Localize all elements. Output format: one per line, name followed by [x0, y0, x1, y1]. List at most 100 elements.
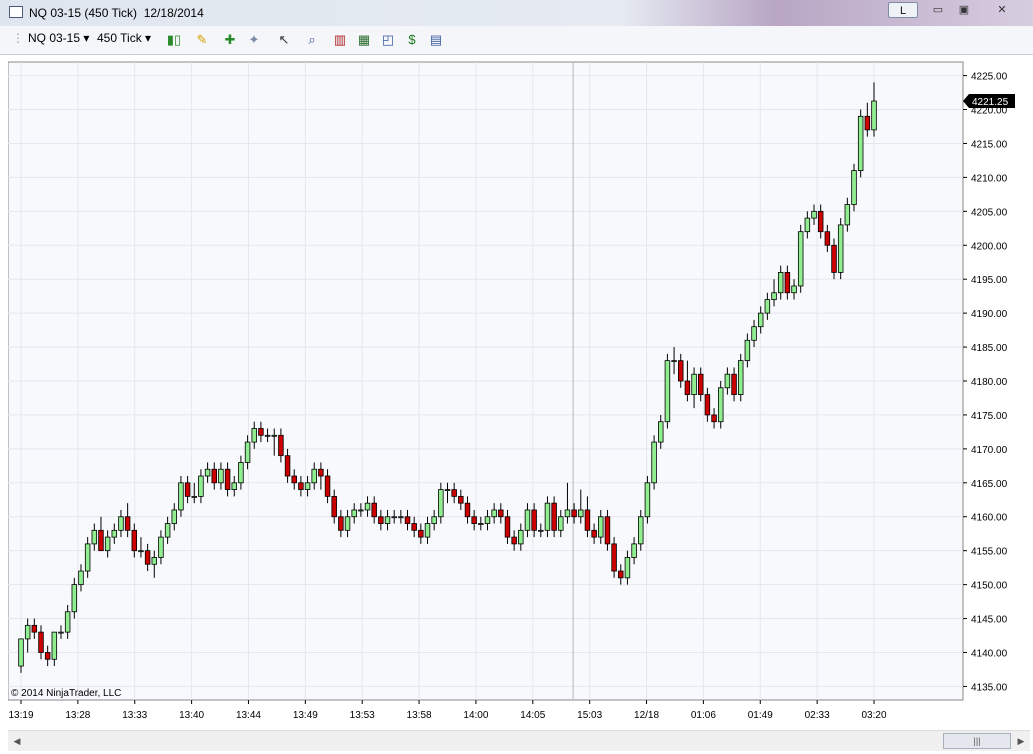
candle-body	[118, 516, 124, 531]
candle-body	[651, 441, 657, 484]
add-indicator-icon[interactable]: ✚	[222, 32, 238, 48]
candle-body	[218, 468, 224, 484]
horizontal-scrollbar[interactable]: ◀ ||| ▶	[8, 730, 1030, 751]
candle-body	[284, 455, 291, 477]
y-tick-label: 4160.00	[971, 513, 1008, 524]
candle-body	[571, 509, 577, 518]
y-tick-label: 4165.00	[971, 479, 1008, 490]
x-tick-label: 01:49	[748, 710, 773, 720]
candle-body	[264, 434, 271, 437]
candle-body	[78, 570, 84, 586]
candle-body	[298, 482, 304, 490]
candle-body	[538, 529, 544, 532]
dollar-icon[interactable]: $	[404, 32, 420, 48]
candle-body	[724, 373, 731, 389]
candle-body	[384, 516, 391, 524]
candle-body	[624, 557, 631, 579]
x-tick-label: 12/18	[634, 710, 659, 720]
candle-body	[444, 489, 451, 491]
candle-body	[471, 516, 477, 524]
panel-icon[interactable]: ▤	[428, 32, 444, 48]
candle-body	[344, 516, 351, 531]
candle-body	[844, 204, 851, 226]
candle-body	[851, 170, 857, 205]
x-tick-label: 14:05	[520, 710, 545, 720]
candle-body	[51, 631, 58, 660]
candle-body	[178, 482, 184, 511]
candle-body	[304, 482, 311, 490]
pencil-draw-icon[interactable]: ✎	[194, 32, 210, 48]
candle-body	[191, 495, 197, 498]
y-tick-label: 4155.00	[971, 547, 1008, 558]
candle-body	[591, 529, 597, 538]
scroll-left-icon[interactable]: ◀	[10, 733, 24, 749]
chart-svg[interactable]: 4135.00 4140.00 4145.00 4150.00 4155.00 4160.…	[7, 60, 1030, 721]
x-tick-label: 14:00	[463, 710, 488, 720]
bar-chart-icon[interactable]: ▥	[332, 32, 348, 48]
l-button[interactable]: L	[888, 2, 918, 18]
candle-body	[131, 529, 138, 552]
candle-body	[664, 360, 671, 423]
close-button[interactable]: ✕	[986, 2, 1018, 18]
x-tick-label: 13:19	[8, 710, 33, 720]
y-tick-label: 4150.00	[971, 581, 1008, 592]
candle-body	[837, 224, 844, 273]
candle-body	[31, 624, 38, 633]
interval-label: 450 Tick	[97, 31, 142, 45]
candle-body	[684, 380, 691, 395]
x-tick-label: 13:53	[350, 710, 375, 720]
candle-body	[671, 360, 677, 363]
minimize-button[interactable]: ▭	[926, 2, 950, 18]
candle-body	[324, 475, 331, 497]
candle-body	[691, 373, 697, 395]
title-bar: NQ 03-15 (450 Tick) 12/18/2014 L ▭ ▣ ✕	[0, 0, 1033, 26]
candle-body	[238, 462, 244, 484]
price-chart[interactable]: 4135.00 4140.00 4145.00 4150.00 4155.00 4160.…	[7, 60, 1030, 721]
strategy-icon[interactable]: ✦	[246, 32, 262, 48]
candle-body	[804, 217, 811, 233]
candle-body	[771, 292, 777, 300]
candle-body	[358, 509, 364, 512]
candle-body	[404, 516, 411, 524]
candle-body	[757, 312, 764, 328]
candle-body	[184, 482, 191, 497]
candle-body	[98, 529, 104, 552]
candle-body	[797, 231, 804, 287]
copyright-text: © 2014 NinjaTrader, LLC	[11, 688, 121, 699]
candle-body	[71, 584, 78, 613]
candle-body	[44, 652, 51, 660]
candle-body	[491, 509, 497, 518]
y-tick-label: 4215.00	[971, 139, 1008, 150]
instrument-selector[interactable]: NQ 03-15 ▾	[28, 31, 89, 45]
pointer-icon[interactable]: ↖	[276, 32, 292, 48]
x-tick-label: 13:33	[122, 710, 147, 720]
candlestick-style-icon[interactable]: ▮▯	[166, 32, 182, 48]
x-tick-label: 13:58	[407, 710, 432, 720]
candle-body	[698, 373, 704, 395]
candle-body	[311, 468, 317, 484]
candle-body	[418, 529, 424, 538]
candle-body	[638, 516, 644, 545]
candle-body	[584, 509, 591, 531]
scroll-right-icon[interactable]: ▶	[1014, 733, 1028, 749]
y-tick-label: 4190.00	[971, 309, 1008, 320]
candle-body	[331, 495, 337, 518]
y-tick-label: 4180.00	[971, 377, 1008, 388]
candle-body	[824, 231, 831, 246]
scroll-thumb[interactable]: |||	[943, 733, 1011, 749]
candle-body	[644, 482, 651, 518]
zoom-icon[interactable]: ⌕	[304, 32, 320, 48]
candle-body	[171, 509, 178, 524]
y-tick-label: 4135.00	[971, 682, 1008, 693]
toolbar-grip: ⋮	[12, 31, 24, 45]
candle-body	[351, 509, 357, 518]
interval-selector[interactable]: 450 Tick ▾	[97, 31, 151, 45]
y-tick-label: 4205.00	[971, 207, 1008, 218]
window-title: NQ 03-15 (450 Tick) 12/18/2014	[29, 6, 204, 20]
chart-properties-icon[interactable]: ◰	[380, 32, 396, 48]
candle-body	[484, 516, 491, 524]
x-tick-label: 13:28	[65, 710, 90, 720]
candle-body	[791, 285, 797, 294]
data-box-icon[interactable]: ▦	[356, 32, 372, 48]
maximize-button[interactable]: ▣	[952, 2, 976, 18]
